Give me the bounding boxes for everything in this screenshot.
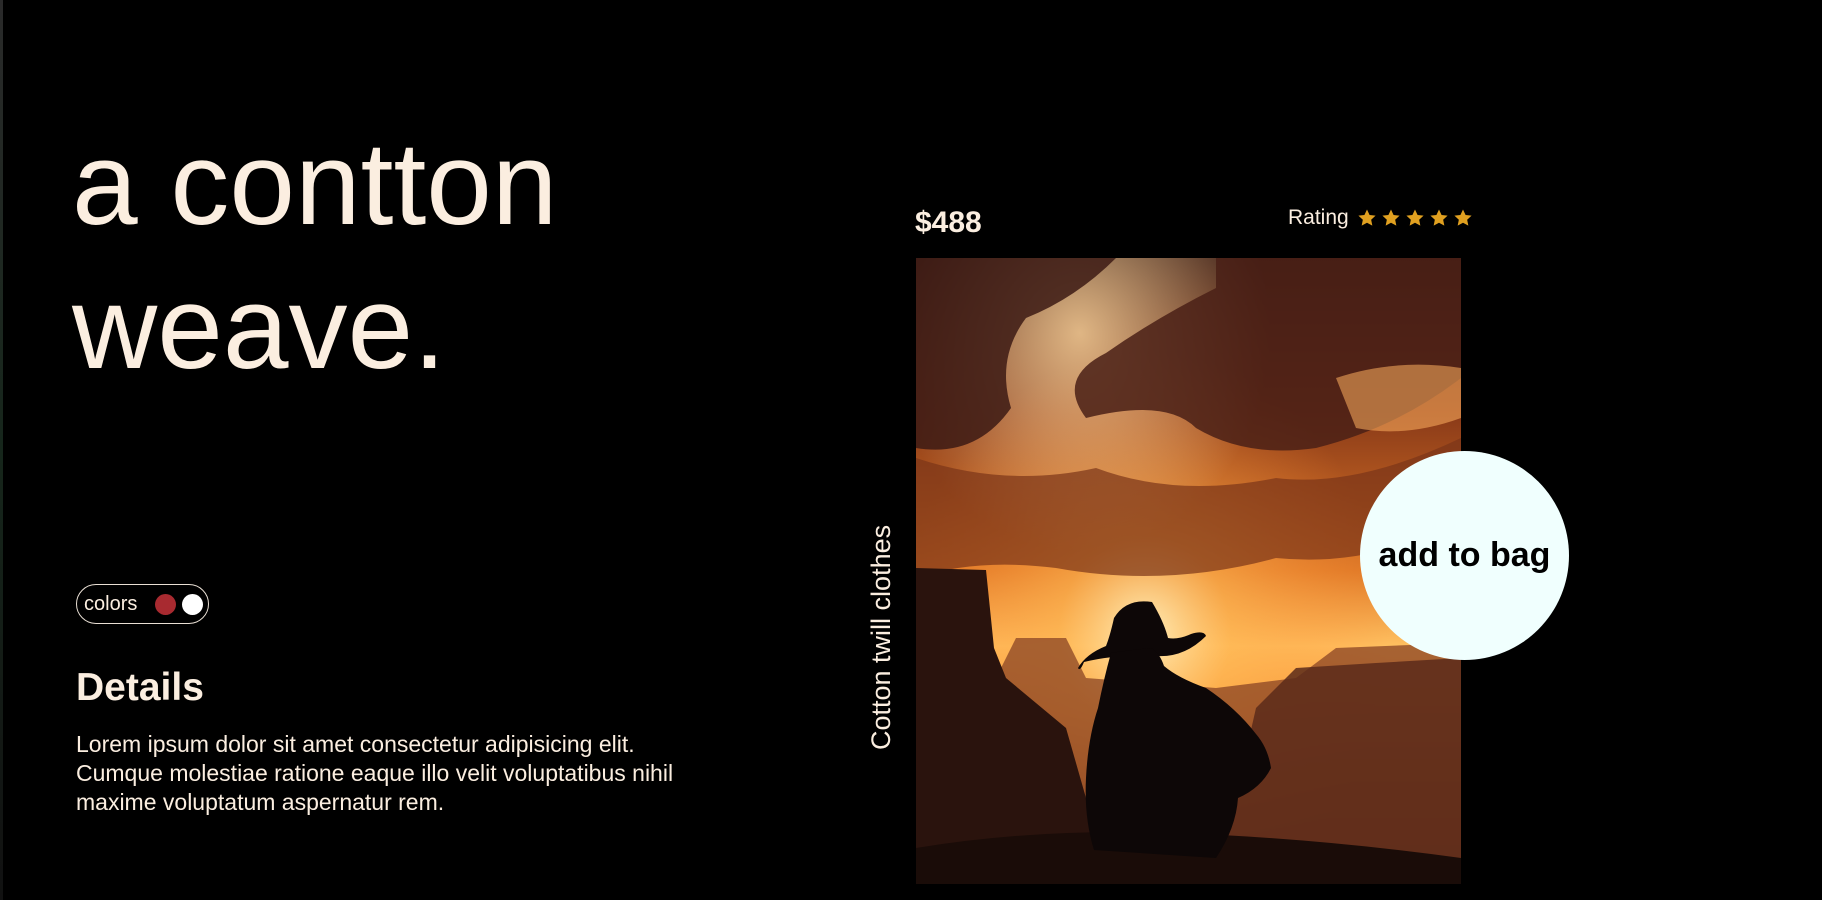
color-swatch-red[interactable]	[155, 593, 177, 615]
details-description: Lorem ipsum dolor sit amet consectetur a…	[76, 731, 674, 815]
add-to-bag-button[interactable]: add to bag	[1360, 451, 1569, 660]
hero-title: a contton weave.	[72, 112, 557, 400]
star-icon	[1382, 209, 1400, 226]
colors-label: colors	[84, 592, 138, 615]
hero-title-line1: a contton	[72, 118, 558, 250]
star-icon	[1358, 209, 1376, 226]
details-heading: Details	[76, 666, 204, 709]
star-icon	[1454, 209, 1472, 226]
color-selector: colors	[76, 584, 209, 624]
star-icon	[1406, 209, 1424, 226]
color-swatch-white[interactable]	[182, 593, 204, 615]
product-price: $488	[915, 206, 982, 239]
rating-label: Rating	[1288, 206, 1349, 229]
product-rating: Rating	[1288, 206, 1473, 230]
window-edge	[0, 0, 3, 900]
star-icon	[1430, 209, 1448, 226]
hero-title-line2: weave.	[72, 262, 446, 394]
product-category-label: Cotton twill clothes	[866, 524, 896, 750]
